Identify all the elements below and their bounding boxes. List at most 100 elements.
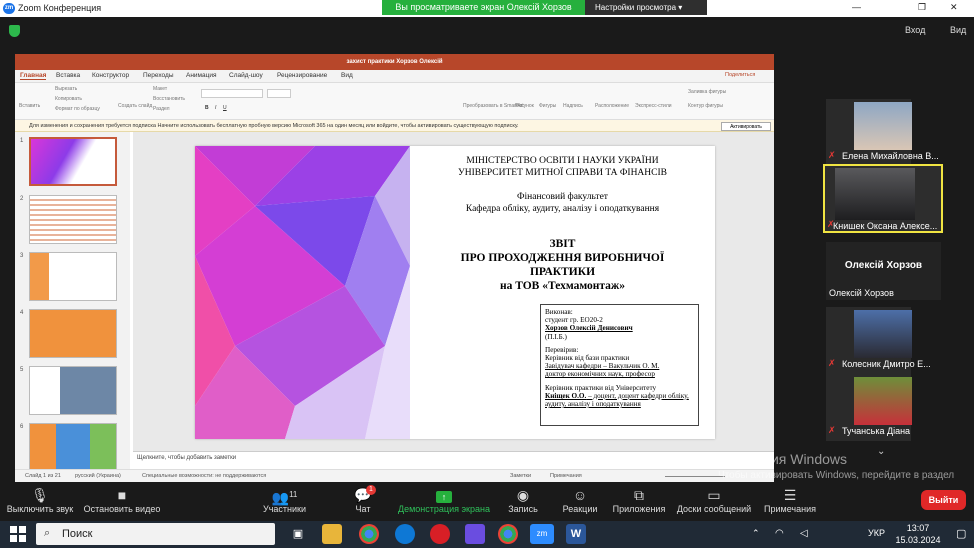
slide-counter: Слайд 1 из 21 — [25, 473, 61, 479]
enter-button[interactable]: Вход — [905, 25, 925, 35]
paste-button[interactable]: Вставить — [19, 103, 40, 109]
slide-thumb-1[interactable] — [29, 137, 117, 186]
format-painter-button[interactable]: Формат по образцу — [55, 106, 100, 112]
font-family-select[interactable] — [201, 89, 263, 98]
slide-thumb-5[interactable] — [29, 366, 117, 415]
textbox-button[interactable]: Надпись — [563, 103, 583, 109]
new-slide-button[interactable]: Создать слайд — [118, 103, 152, 109]
participant-tile-active[interactable]: ✗ Книшек Оксана Алексе... — [823, 164, 943, 233]
thumb-number: 6 — [20, 424, 24, 430]
reactions-button[interactable]: ☺ Реакции — [561, 486, 599, 514]
leave-button[interactable]: Выйти — [921, 490, 966, 510]
app-icon[interactable] — [465, 524, 485, 544]
slide-thumb-2[interactable] — [29, 195, 117, 244]
taskbar-search[interactable]: Поиск — [36, 523, 275, 545]
wifi-icon[interactable]: ◠ — [775, 528, 784, 539]
clock-time[interactable]: 13:07 — [895, 523, 941, 533]
word-icon[interactable]: W — [566, 524, 586, 544]
apps-button[interactable]: ⧉ Приложения — [612, 486, 666, 514]
language-indicator[interactable]: УКР — [868, 528, 885, 538]
tab-animation[interactable]: Анимация — [186, 72, 217, 79]
reset-button[interactable]: Восстановить — [153, 96, 185, 102]
clock-date[interactable]: 15.03.2024 — [889, 535, 947, 545]
participants-button[interactable]: 👥11 Участники — [262, 486, 307, 514]
share-document-button[interactable]: Поделиться — [725, 72, 755, 78]
italic-button[interactable]: I — [215, 105, 216, 111]
screen-share-banner: Вы просматриваете экран Олексій Хорзов — [382, 0, 585, 15]
close-button[interactable]: ✕ — [950, 2, 958, 13]
mute-button[interactable]: 🎙 Выключить звук — [5, 486, 75, 514]
emoji-icon: ☺ — [572, 487, 588, 503]
file-explorer-icon[interactable] — [322, 524, 342, 544]
underline-button[interactable]: U — [223, 105, 227, 111]
font-size-select[interactable] — [267, 89, 291, 98]
participant-tile[interactable]: ✗ Елена Михайловна В... — [826, 99, 939, 166]
tab-design[interactable]: Конструктор — [92, 72, 129, 79]
notes-pane[interactable]: Щелкните, чтобы добавить заметки — [133, 451, 774, 465]
tab-home[interactable]: Главная — [20, 72, 47, 80]
notes-toggle[interactable]: Заметки — [510, 473, 531, 479]
minimize-button[interactable]: — — [852, 2, 861, 12]
uni-head-name: Кніщек О.О. — [545, 391, 587, 400]
whiteboards-button[interactable]: ▭ Доски сообщений — [674, 486, 754, 514]
slide-thumb-6[interactable] — [29, 423, 117, 472]
participant-name: Олексій Хорзов — [829, 288, 894, 298]
view-button[interactable]: Вид — [950, 25, 966, 35]
main-slide[interactable]: МІНІСТЕРСТВО ОСВІТИ І НАУКИ УКРАЇНИ УНІВ… — [195, 146, 715, 439]
task-view-icon[interactable]: ▣ — [288, 524, 308, 544]
participant-tile[interactable]: ✗ Тучанська Діана — [826, 374, 912, 441]
layout-button[interactable]: Макет — [153, 86, 167, 92]
opera-icon[interactable] — [430, 524, 450, 544]
volume-icon[interactable]: ◁ — [800, 528, 808, 539]
tab-slideshow[interactable]: Слайд-шоу — [229, 72, 263, 79]
participant-tile[interactable]: ✗ Колесник Дмитро Е... — [826, 307, 931, 374]
notifications-icon[interactable]: ▢ — [956, 527, 966, 540]
chevron-down-icon[interactable]: ⌄ — [877, 446, 885, 457]
shapes-button[interactable]: Фигуры — [539, 103, 556, 109]
checked-label: Перевірив: — [545, 345, 579, 354]
report-line-3: ПРАКТИКИ — [529, 266, 596, 278]
zoom-taskbar-icon[interactable]: zm — [530, 524, 554, 544]
encryption-shield-icon[interactable] — [9, 25, 20, 37]
share-screen-button[interactable]: ↑ Демонстрация экрана — [398, 486, 490, 514]
status-bar: Слайд 1 из 21 русский (Украина) Специаль… — [15, 469, 774, 482]
restore-button[interactable]: ❐ — [918, 2, 926, 13]
tray-chevron-icon[interactable]: ⌃ — [752, 528, 760, 539]
copy-button[interactable]: Копировать — [55, 96, 82, 102]
slide-thumb-3[interactable] — [29, 252, 117, 301]
tab-review[interactable]: Рецензирование — [277, 72, 327, 79]
participant-tile[interactable]: Олексій Хорзов Олексій Хорзов — [826, 242, 941, 300]
quick-styles-button[interactable]: Экспресс-стили — [635, 103, 672, 109]
accessibility-status[interactable]: Специальные возможности: не поддерживают… — [142, 473, 266, 479]
cut-button[interactable]: Вырезать — [55, 86, 77, 92]
tab-insert[interactable]: Вставка — [56, 72, 80, 79]
chrome-icon[interactable] — [359, 524, 379, 544]
muted-mic-icon: ✗ — [828, 150, 836, 160]
subscription-warning: Для изменения и сохранения требуется под… — [15, 120, 774, 132]
thumb-number: 1 — [20, 138, 24, 144]
participant-video — [835, 168, 915, 220]
bold-button[interactable]: B — [205, 105, 209, 111]
activate-button[interactable]: Активировать — [721, 122, 771, 131]
slide-thumb-4[interactable] — [29, 309, 117, 358]
language-status[interactable]: русский (Украина) — [75, 473, 121, 479]
comments-toggle[interactable]: Примечания — [550, 473, 582, 479]
section-button[interactable]: Раздел — [153, 106, 170, 112]
tab-transitions[interactable]: Переходы — [143, 72, 174, 79]
view-options-button[interactable]: Настройки просмотра ▾ — [585, 0, 707, 15]
notes-button[interactable]: ☰ Примечания — [762, 486, 818, 514]
windows-start-icon[interactable] — [10, 526, 26, 542]
shape-fill-button[interactable]: Заливка фигуры — [688, 89, 726, 95]
zoom-logo-icon: zm — [3, 3, 15, 14]
author-info-box: Виконав: студент гр. ЕО20-2 Хорзов Олекс… — [540, 304, 699, 426]
zoom-slider[interactable] — [665, 476, 725, 477]
stop-video-button[interactable]: ■ Остановить видео — [82, 486, 162, 514]
record-button[interactable]: ◉ Запись — [505, 486, 541, 514]
chrome-profile-icon[interactable] — [498, 524, 518, 544]
participant-name-center: Олексій Хорзов — [844, 260, 923, 271]
tab-view[interactable]: Вид — [341, 72, 353, 79]
picture-button[interactable]: Рисунок — [515, 103, 534, 109]
edge-icon[interactable] — [395, 524, 415, 544]
arrange-button[interactable]: Расположение — [595, 103, 629, 109]
shape-outline-button[interactable]: Контур фигуры — [688, 103, 723, 109]
